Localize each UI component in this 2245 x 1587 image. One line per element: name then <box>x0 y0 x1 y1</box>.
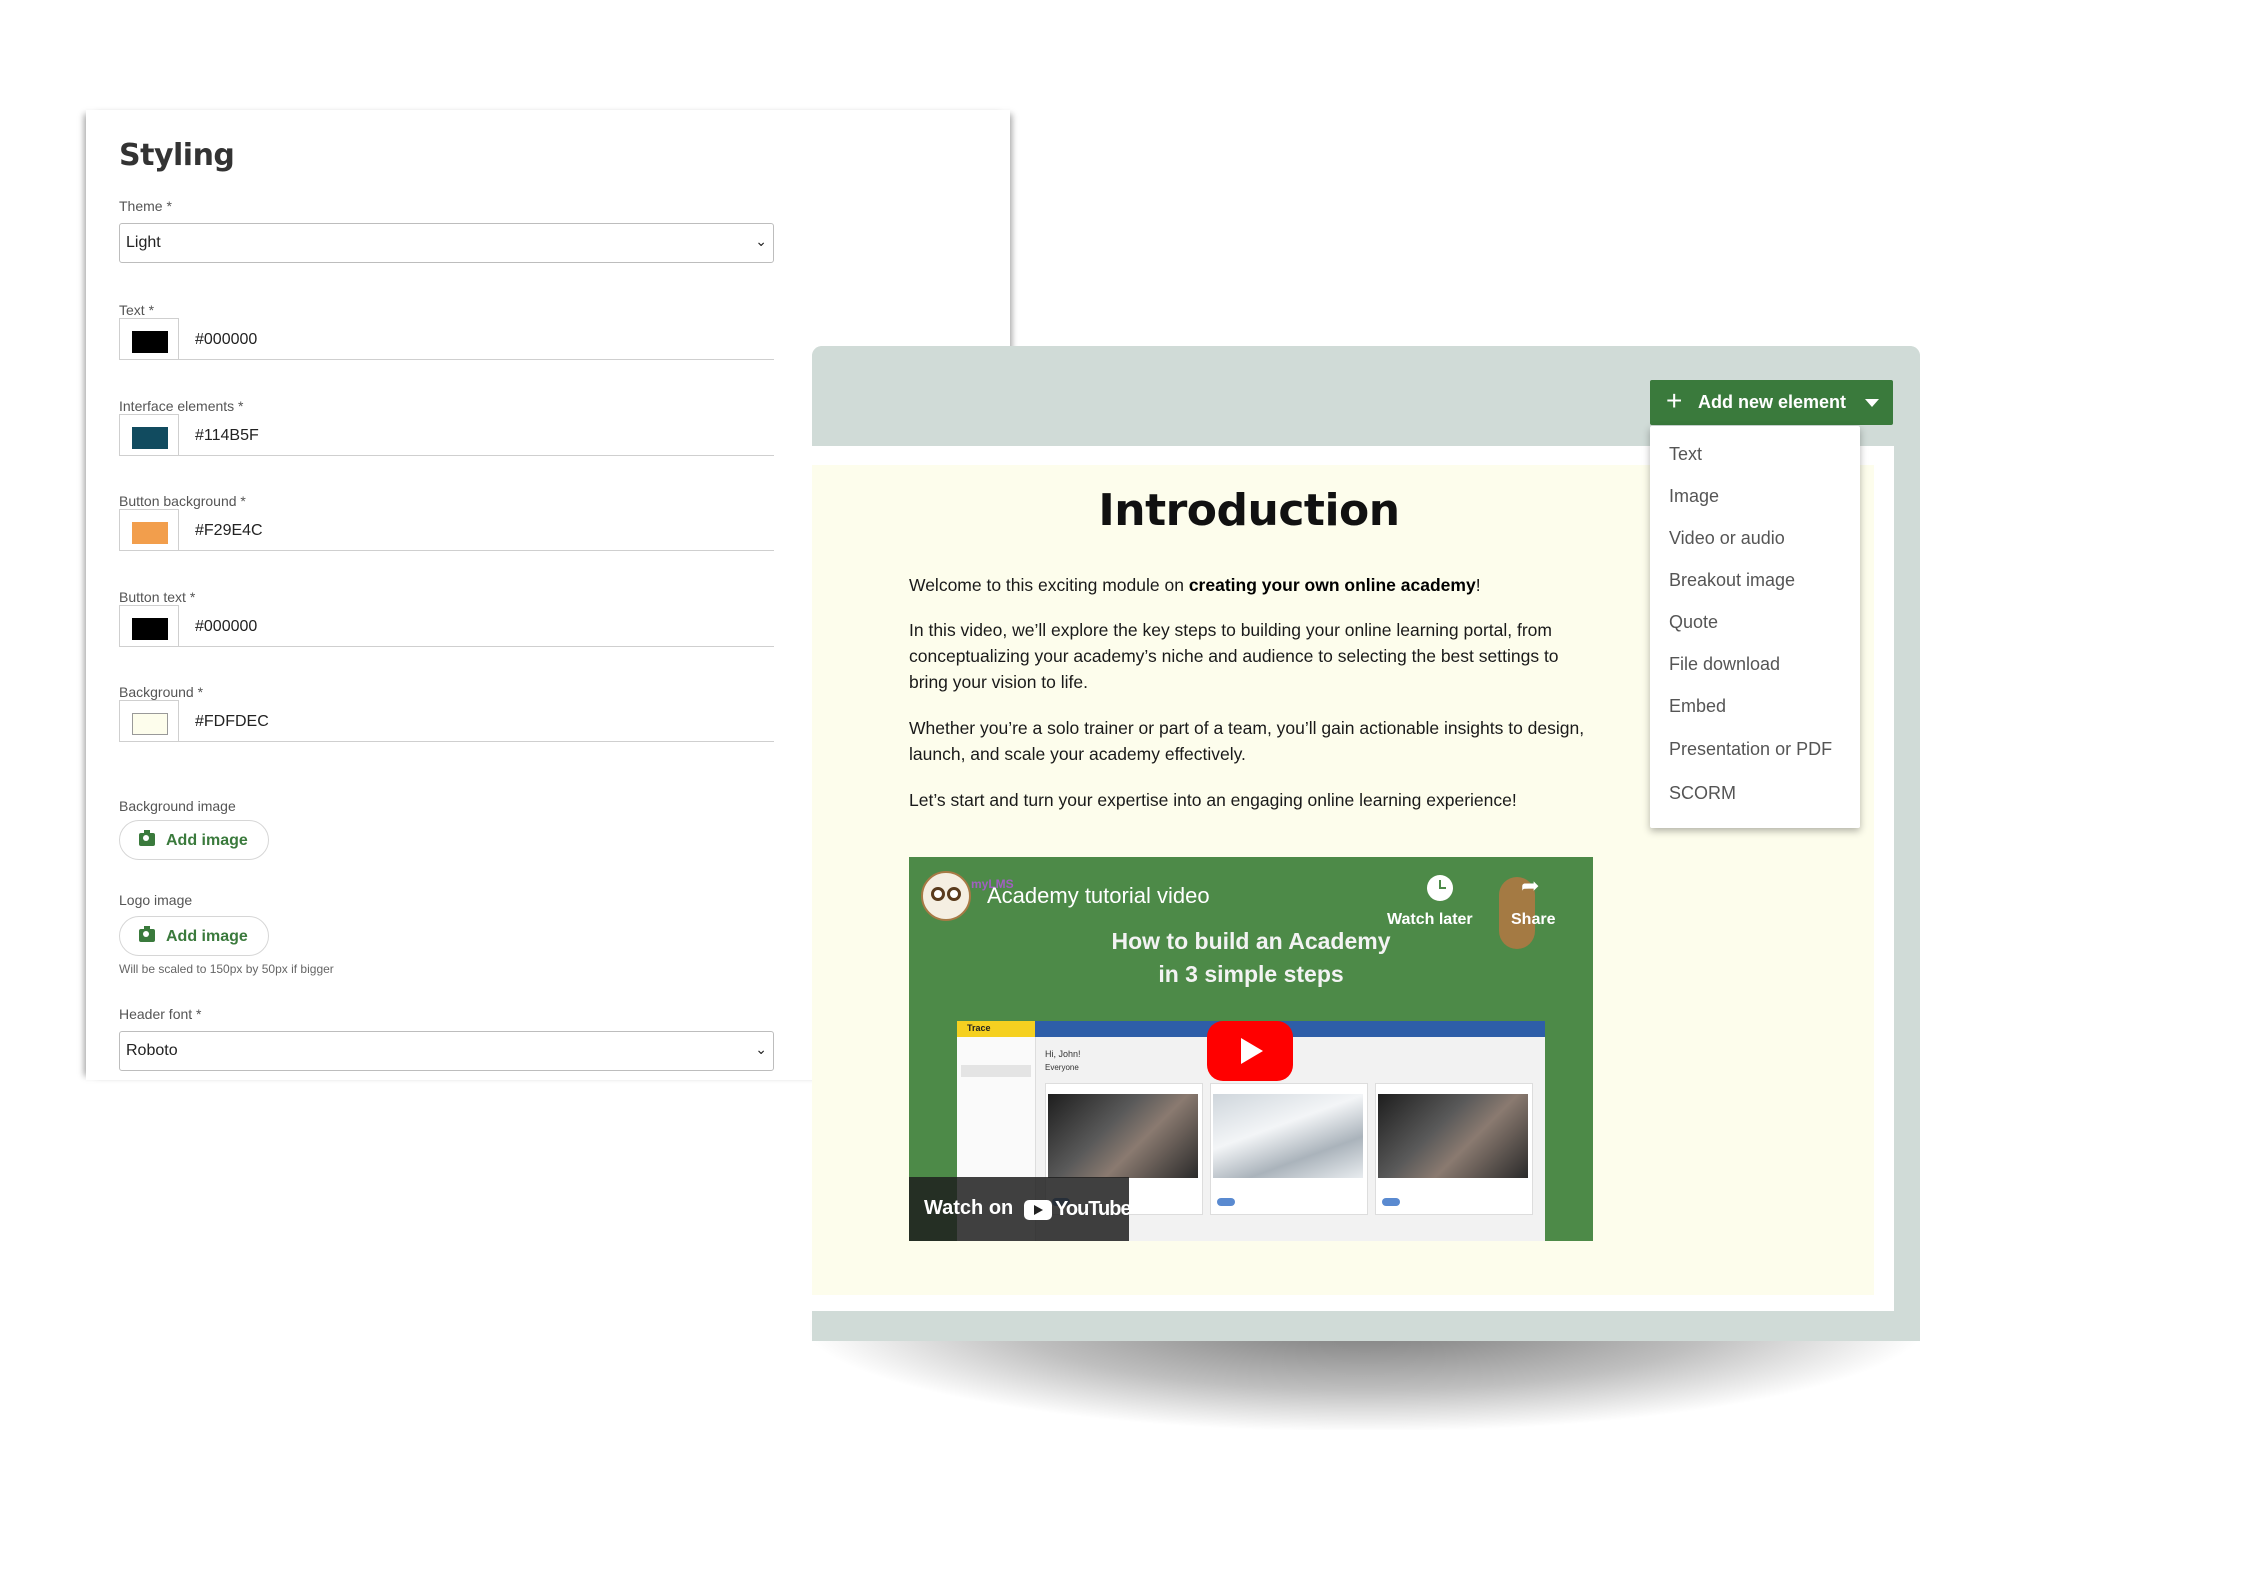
logo-image-label: Logo image <box>119 892 193 908</box>
button-text-color-swatch <box>132 618 168 640</box>
mock-logo-text: Trace <box>967 1023 991 1033</box>
text-color-value: #000000 <box>195 331 258 348</box>
video-subtitle-line1: How to build an Academy <box>1111 928 1391 954</box>
button-bg-color-label: Button background * <box>119 493 246 509</box>
interface-color-value: #114B5F <box>195 427 259 444</box>
caret-down-icon <box>1865 399 1879 407</box>
video-title[interactable]: Academy tutorial video <box>987 883 1210 909</box>
card-photo <box>1213 1094 1363 1178</box>
add-element-menu: Text Image Video or audio Breakout image… <box>1650 426 1860 828</box>
menu-item-video-audio[interactable]: Video or audio <box>1669 528 1785 549</box>
mock-logo: Trace <box>957 1021 1035 1037</box>
share-icon[interactable]: ➦ <box>1521 873 1539 899</box>
paragraph-start: Let’s start and turn your expertise into… <box>909 790 1517 810</box>
paragraph-welcome-bold: creating your own online academy <box>1188 575 1476 595</box>
menu-item-embed[interactable]: Embed <box>1669 696 1726 717</box>
interface-color-field[interactable]: #114B5F <box>119 414 774 456</box>
button-text-color-value: #000000 <box>195 618 258 635</box>
camera-icon <box>139 926 155 942</box>
header-font-label: Header font * <box>119 1006 202 1022</box>
background-color-swatch-box[interactable] <box>119 700 179 741</box>
card-photo <box>1048 1094 1198 1178</box>
video-subtitle: How to build an Academy in 3 simple step… <box>909 925 1593 991</box>
paragraph-welcome-end: ! <box>1475 575 1481 595</box>
camera-icon <box>139 830 155 846</box>
plus-icon: + <box>1666 385 1683 416</box>
paragraph-welcome: Welcome to this exciting module on creat… <box>909 572 1599 598</box>
menu-item-scorm[interactable]: SCORM <box>1669 783 1736 804</box>
page-title: Introduction <box>1098 485 1400 536</box>
menu-item-file-download[interactable]: File download <box>1669 654 1780 675</box>
card-pill <box>1382 1198 1400 1206</box>
add-background-image-button[interactable]: Add image <box>119 820 269 860</box>
menu-item-image[interactable]: Image <box>1669 486 1719 507</box>
button-text-color-field[interactable]: #000000 <box>119 605 774 647</box>
add-new-element-label: Add new element <box>1698 392 1847 412</box>
menu-item-presentation-pdf[interactable]: Presentation or PDF <box>1669 739 1832 760</box>
paragraph-video-intro: In this video, we’ll explore the key ste… <box>909 620 1559 692</box>
background-color-swatch <box>132 713 168 735</box>
mock-group: Everyone <box>1045 1063 1079 1072</box>
mock-sidebar-selected <box>961 1065 1031 1077</box>
text-color-field[interactable]: #000000 <box>119 318 774 360</box>
mock-course-card <box>1375 1083 1533 1215</box>
video-embed[interactable]: Trace Hi, John! Everyone myLMS Academy t… <box>909 857 1593 1241</box>
text-color-swatch-box[interactable] <box>119 318 179 359</box>
theme-label: Theme * <box>119 198 172 214</box>
background-color-value: #FDFDEC <box>195 713 269 730</box>
button-bg-color-field[interactable]: #F29E4C <box>119 509 774 551</box>
button-bg-color-swatch <box>132 522 168 544</box>
interface-color-swatch-box[interactable] <box>119 414 179 455</box>
card-pill <box>1217 1198 1235 1206</box>
chevron-down-icon: ⌄ <box>755 1041 767 1057</box>
add-logo-image-button[interactable]: Add image <box>119 916 269 956</box>
menu-item-breakout-image[interactable]: Breakout image <box>1669 570 1795 591</box>
interface-color-label: Interface elements * <box>119 398 244 414</box>
mock-course-card <box>1210 1083 1368 1215</box>
youtube-wordmark: YouTube <box>1055 1198 1132 1220</box>
mock-greeting: Hi, John! <box>1045 1049 1081 1059</box>
button-text-color-swatch-box[interactable] <box>119 605 179 646</box>
menu-item-quote[interactable]: Quote <box>1669 612 1718 633</box>
background-color-label: Background * <box>119 684 204 700</box>
header-font-select[interactable]: Roboto ⌄ <box>119 1031 774 1071</box>
paragraph-welcome-text: Welcome to this exciting module on <box>909 575 1189 595</box>
background-color-field[interactable]: #FDFDEC <box>119 700 774 742</box>
theme-select[interactable]: Light ⌄ <box>119 223 774 263</box>
header-font-value: Roboto <box>126 1042 178 1059</box>
clock-icon[interactable] <box>1427 875 1453 901</box>
button-bg-color-swatch-box[interactable] <box>119 509 179 550</box>
text-color-swatch <box>132 331 168 353</box>
card-photo <box>1378 1094 1528 1178</box>
play-icon[interactable] <box>1207 1021 1293 1081</box>
video-subtitle-line2: in 3 simple steps <box>1158 961 1344 987</box>
add-logo-image-label: Add image <box>166 928 248 945</box>
paragraph-insights: Whether you’re a solo trainer or part of… <box>909 718 1585 764</box>
logo-image-hint: Will be scaled to 150px by 50px if bigge… <box>119 962 334 976</box>
button-text-color-label: Button text * <box>119 589 196 605</box>
interface-color-swatch <box>132 427 168 449</box>
theme-value: Light <box>126 234 161 251</box>
menu-item-text[interactable]: Text <box>1669 444 1702 465</box>
channel-avatar[interactable] <box>921 871 971 921</box>
button-bg-color-value: #F29E4C <box>195 522 263 539</box>
editor-window: Introduction Welcome to this exciting mo… <box>812 346 1920 1341</box>
watch-on-youtube-button[interactable]: Watch on YouTube <box>909 1177 1132 1241</box>
add-new-element-button[interactable]: + Add new element <box>1650 380 1893 425</box>
panel-title: Styling <box>119 138 235 173</box>
youtube-icon <box>1024 1200 1052 1220</box>
watch-on-label: Watch on <box>924 1197 1014 1219</box>
add-background-image-label: Add image <box>166 832 248 849</box>
background-image-label: Background image <box>119 798 236 814</box>
chevron-down-icon: ⌄ <box>755 233 767 249</box>
text-color-label: Text * <box>119 302 155 318</box>
